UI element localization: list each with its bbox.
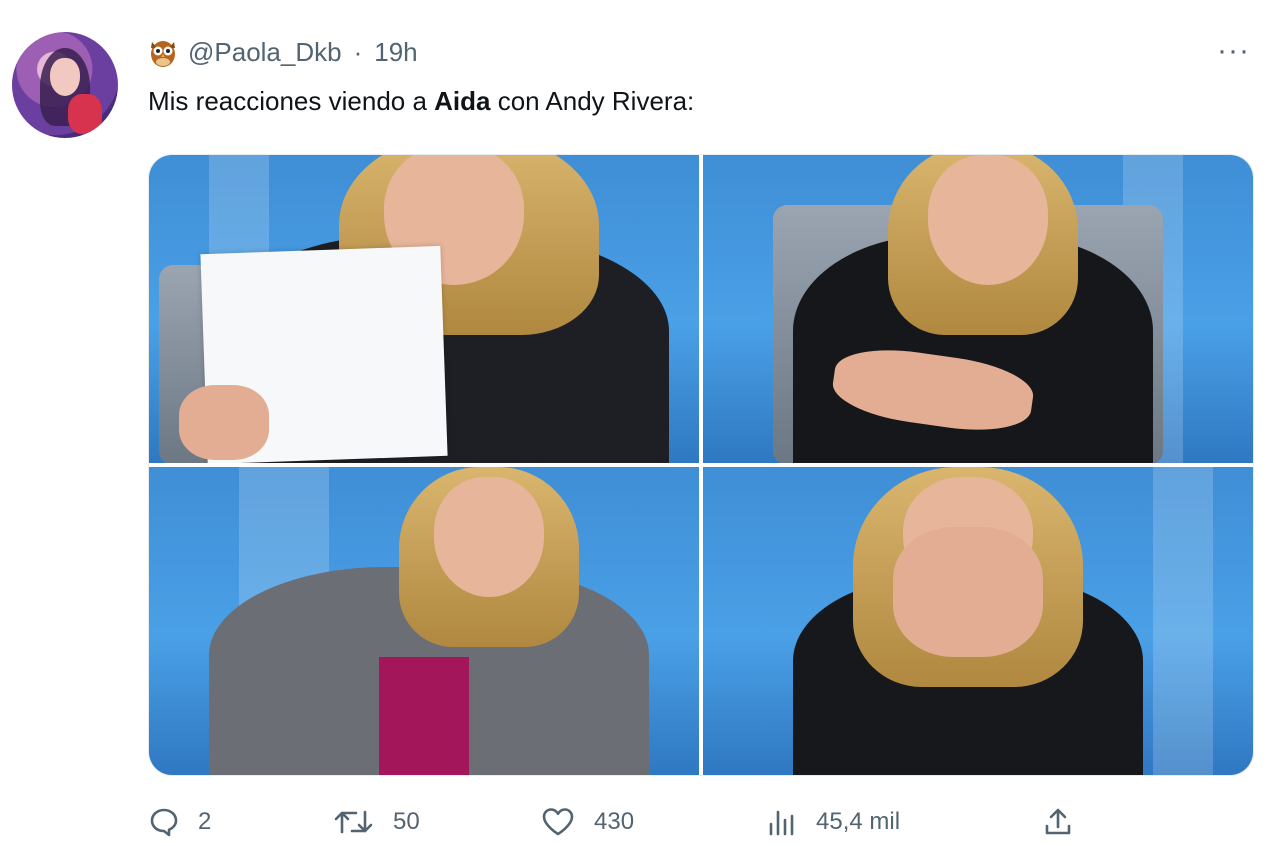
owl-emoji-icon	[148, 36, 178, 68]
tweet-text-post: con Andy Rivera:	[490, 86, 695, 116]
reply-icon	[150, 808, 178, 837]
media-image-4[interactable]	[703, 467, 1253, 775]
like-count: 430	[594, 808, 635, 835]
tweet-card: @Paola_Dkb · 19h ··· Mis reacciones vien…	[0, 0, 1280, 846]
hands-covering-face	[893, 527, 1043, 657]
shirt	[379, 657, 469, 775]
retweet-icon	[334, 810, 373, 834]
avatar-face	[50, 58, 80, 96]
reply-count: 2	[198, 808, 212, 835]
retweet-button[interactable]: 50	[333, 806, 420, 838]
more-options-icon[interactable]: ···	[1217, 34, 1250, 68]
separator-dot: ·	[353, 36, 363, 67]
face	[434, 477, 544, 597]
tweet-actions: 2 50 430 45,4 mil	[148, 806, 1252, 846]
tweet-text-pre: Mis reacciones viendo a	[148, 86, 435, 116]
heart-icon	[542, 808, 574, 836]
share-button[interactable]	[1042, 806, 1074, 838]
avatar-hand	[68, 94, 102, 134]
user-handle[interactable]: @Paola_Dkb	[188, 37, 342, 68]
avatar[interactable]	[12, 32, 118, 138]
tweet-text: Mis reacciones viendo a Aida con Andy Ri…	[148, 86, 694, 117]
face	[928, 155, 1048, 285]
tweet-time[interactable]: 19h	[374, 37, 417, 68]
views-count: 45,4 mil	[816, 808, 901, 835]
studio-backdrop	[1153, 467, 1213, 775]
tweet-header: @Paola_Dkb · 19h	[148, 36, 418, 68]
reply-button[interactable]: 2	[148, 806, 211, 838]
media-image-3[interactable]	[149, 467, 699, 775]
share-icon	[1045, 808, 1071, 835]
retweet-count: 50	[393, 808, 420, 835]
media-grid[interactable]	[148, 154, 1254, 776]
views-button[interactable]: 45,4 mil	[766, 806, 900, 838]
views-chart-icon	[769, 810, 794, 836]
tweet-text-bold: Aida	[434, 86, 491, 116]
media-image-1[interactable]	[149, 155, 699, 463]
like-button[interactable]: 430	[540, 806, 634, 838]
hands	[179, 385, 269, 460]
media-image-2[interactable]	[703, 155, 1253, 463]
